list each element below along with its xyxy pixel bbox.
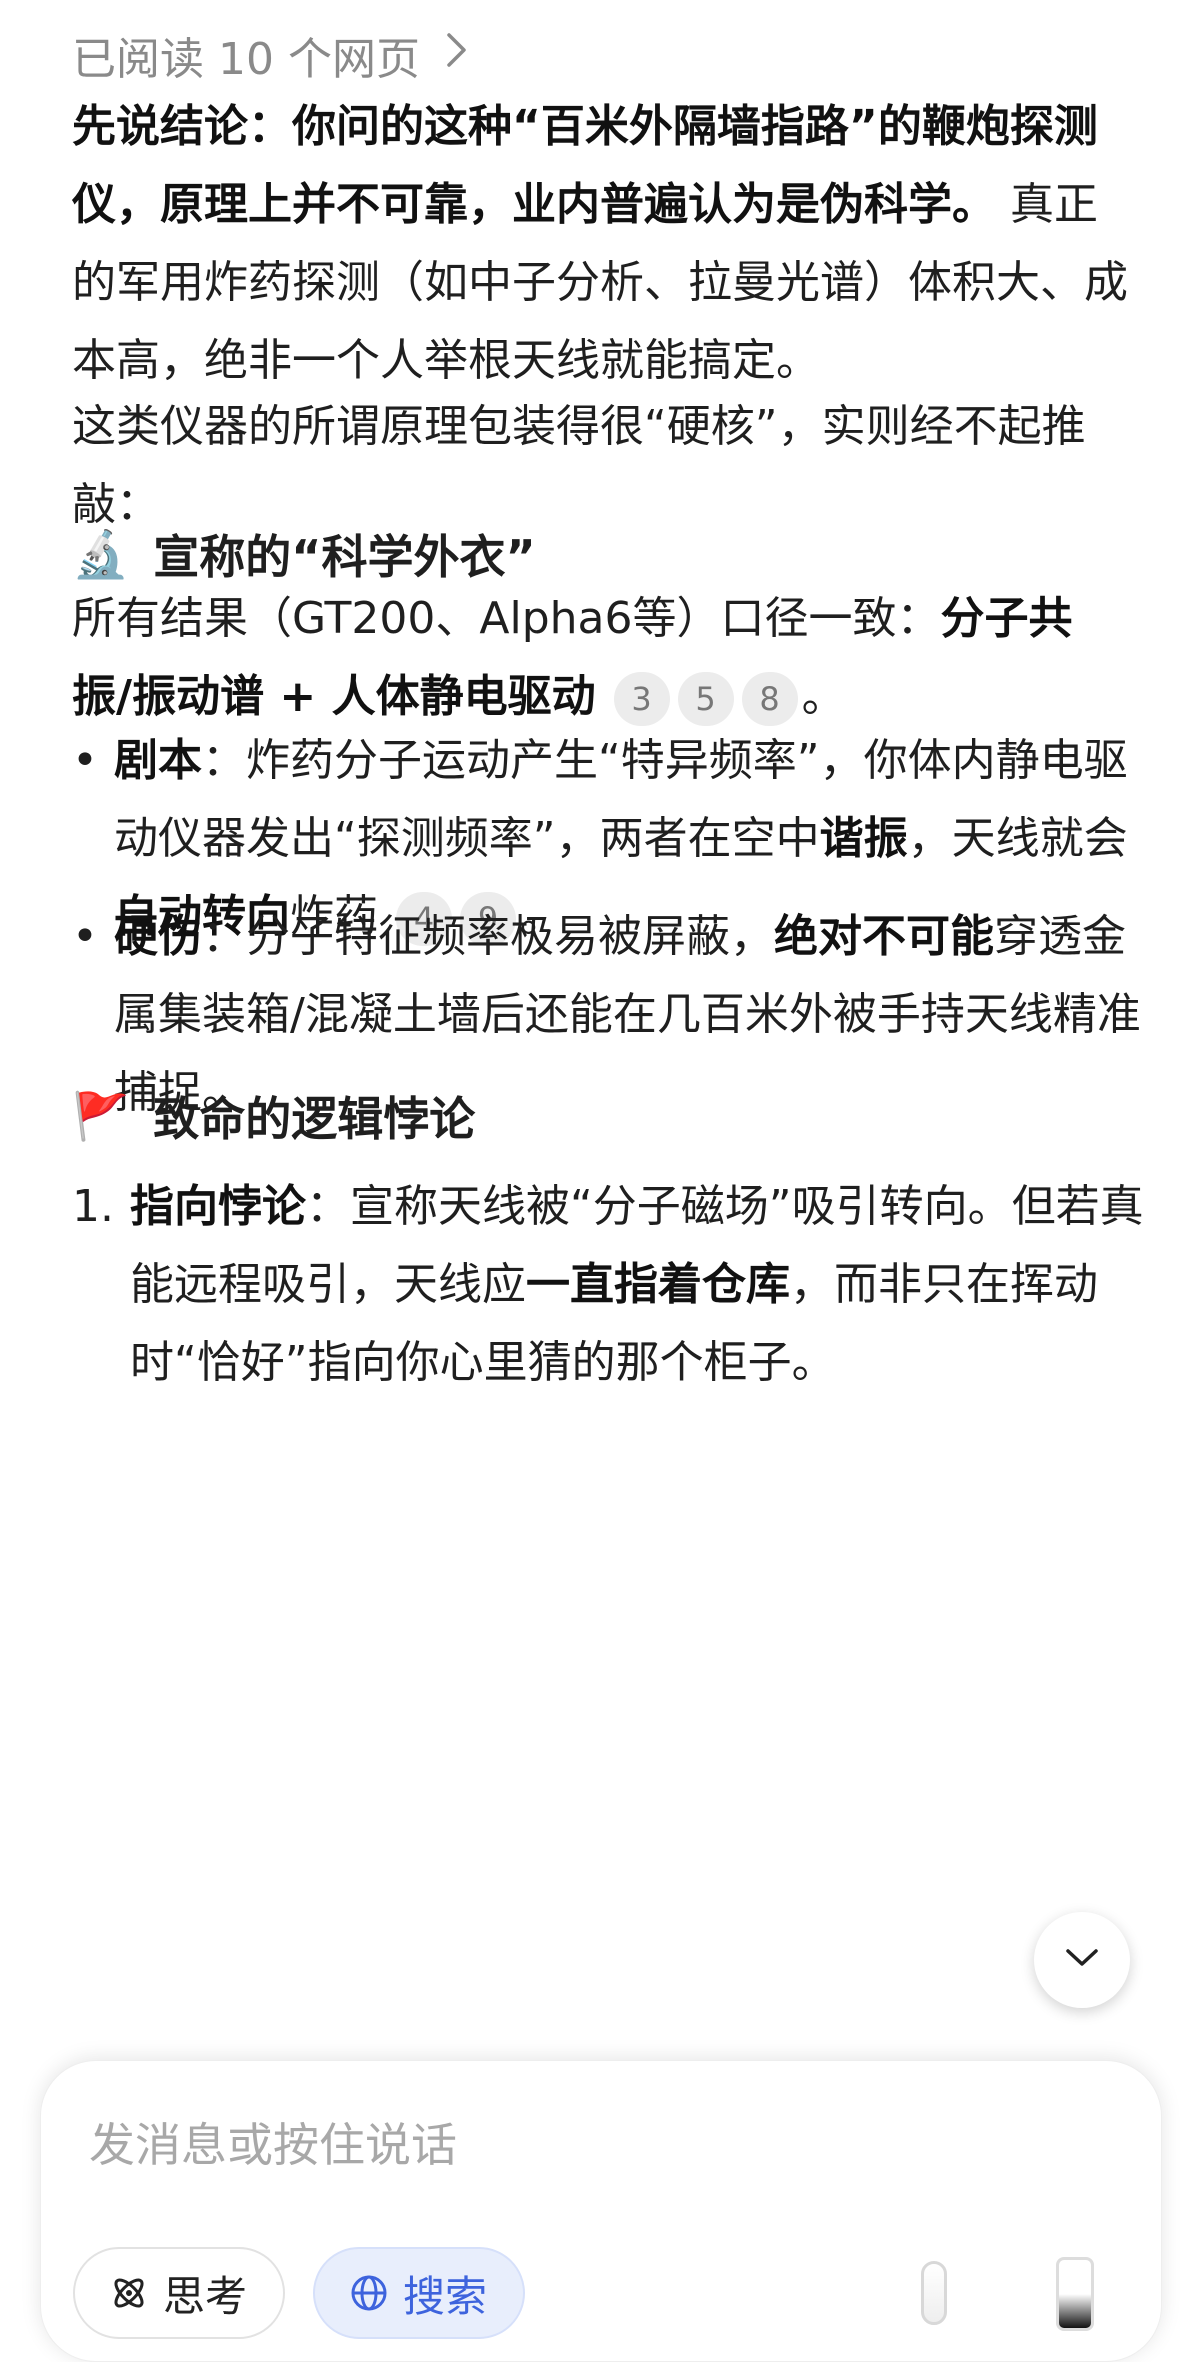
conclusion-paragraph: 先说结论：你问的这种“百米外隔墙指路”的鞭炮探测仪，原理上并不可靠，业内普遍认为… xyxy=(72,88,1132,400)
bullet-label: 剧本 xyxy=(114,735,202,786)
voice-wave-icon[interactable] xyxy=(1056,2257,1094,2331)
search-button[interactable]: 搜索 xyxy=(313,2247,525,2339)
think-label: 思考 xyxy=(163,2271,248,2321)
intro-end: 。 xyxy=(801,671,846,722)
microphone-icon[interactable] xyxy=(921,2261,947,2325)
section-title: 宣称的“科学外衣” xyxy=(153,530,536,584)
scroll-to-bottom-button[interactable] xyxy=(1034,1912,1130,2008)
section-title: 致命的逻辑悖论 xyxy=(153,1092,476,1146)
citation-badge[interactable]: 3 xyxy=(613,672,670,726)
bullet-bold: 谐振 xyxy=(819,813,908,864)
microscope-icon: 🔬 xyxy=(72,526,130,581)
read-pages-link[interactable]: 已阅读 10 个网页 xyxy=(72,22,468,88)
item-number: 1. xyxy=(72,1181,114,1232)
section1-intro: 所有结果（GT200、Alpha6等）口径一致：分子共振/振动谱 + 人体静电驱… xyxy=(72,580,1132,736)
bullet-text: ，天线就会 xyxy=(907,813,1128,864)
item-label: 指向悖论 xyxy=(130,1181,306,1232)
bullet-bold: 绝对不可能 xyxy=(774,911,994,962)
message-input[interactable]: 发消息或按住说话 xyxy=(89,2109,457,2175)
bullet-label: 硬伤 xyxy=(114,911,202,962)
citation-badge[interactable]: 5 xyxy=(677,672,734,726)
bullet-dot: • xyxy=(72,735,98,786)
intro-prefix: 所有结果（GT200、Alpha6等）口径一致： xyxy=(72,593,941,644)
atom-icon xyxy=(109,2273,149,2313)
conclusion-bold: 先说结论：你问的这种“百米外隔墙指路”的鞭炮探测仪，原理上并不可靠，业内普遍认为… xyxy=(72,101,1098,230)
message-composer: 发消息或按住说话 思考 搜索 xyxy=(40,2060,1162,2362)
item-bold: 一直指着仓库 xyxy=(526,1259,790,1310)
section-heading-paradox: 🚩 致命的逻辑悖论 xyxy=(72,1076,475,1156)
chevron-right-icon xyxy=(446,32,468,78)
citation-badge[interactable]: 8 xyxy=(741,672,798,726)
read-pages-label: 已阅读 10 个网页 xyxy=(72,34,420,85)
globe-icon xyxy=(349,2273,389,2313)
think-button[interactable]: 思考 xyxy=(73,2247,285,2339)
chevron-down-icon xyxy=(1065,1948,1099,1972)
search-label: 搜索 xyxy=(403,2271,488,2321)
bullet-text: ：分子特征频率极易被屏蔽， xyxy=(202,911,774,962)
bullet-dot: • xyxy=(72,911,98,962)
numbered-item: 1. 指向悖论：宣称天线被“分子磁场”吸引转向。但若真能远程吸引，天线应一直指着… xyxy=(72,1168,1152,1402)
red-flag-icon: 🚩 xyxy=(72,1088,130,1143)
